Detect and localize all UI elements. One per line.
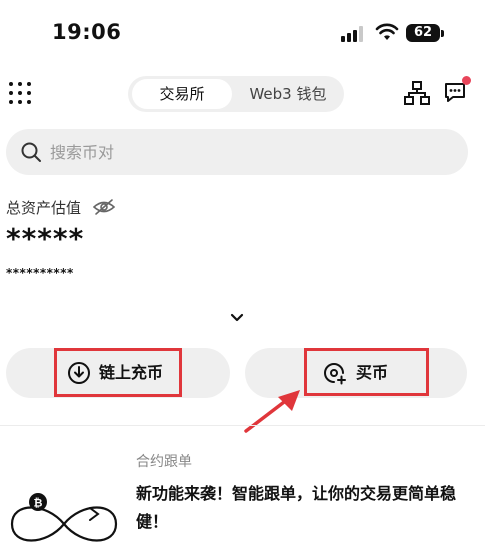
network-icon[interactable] bbox=[404, 81, 430, 105]
tab-exchange[interactable]: 交易所 bbox=[132, 79, 232, 109]
apps-grid-icon[interactable] bbox=[9, 82, 31, 104]
wifi-icon bbox=[375, 23, 399, 40]
svg-text:₿: ₿ bbox=[34, 497, 43, 510]
status-bar: 19:06 62 bbox=[0, 0, 485, 62]
search-input[interactable] bbox=[50, 129, 450, 175]
hide-balance-icon[interactable] bbox=[93, 198, 115, 216]
assets-sub-value: ********** bbox=[6, 266, 74, 280]
tab-web3-wallet[interactable]: Web3 钱包 bbox=[236, 79, 340, 109]
search-bar[interactable] bbox=[6, 129, 468, 175]
feature-tag: 合约跟单 bbox=[136, 454, 192, 470]
battery-cap bbox=[441, 30, 444, 37]
mode-switcher: 交易所 Web3 钱包 bbox=[128, 76, 344, 112]
section-divider bbox=[0, 425, 485, 426]
battery-indicator: 62 bbox=[406, 24, 440, 42]
notification-dot bbox=[462, 76, 471, 85]
annotation-arrow bbox=[244, 390, 300, 433]
copy-trading-illustration-icon: ₿ bbox=[10, 493, 118, 542]
buy-highlight-box bbox=[304, 348, 429, 396]
deposit-highlight-box bbox=[54, 348, 182, 397]
cellular-signal-icon bbox=[341, 26, 367, 42]
feature-title[interactable]: 新功能来袭！智能跟单，让你的交易更简单稳健！ bbox=[136, 480, 476, 536]
total-assets-label: 总资产估值 bbox=[6, 199, 82, 217]
total-assets-value: ***** bbox=[6, 222, 85, 255]
status-time: 19:06 bbox=[52, 20, 122, 44]
chevron-down-icon[interactable] bbox=[229, 312, 245, 324]
search-icon bbox=[21, 142, 41, 162]
